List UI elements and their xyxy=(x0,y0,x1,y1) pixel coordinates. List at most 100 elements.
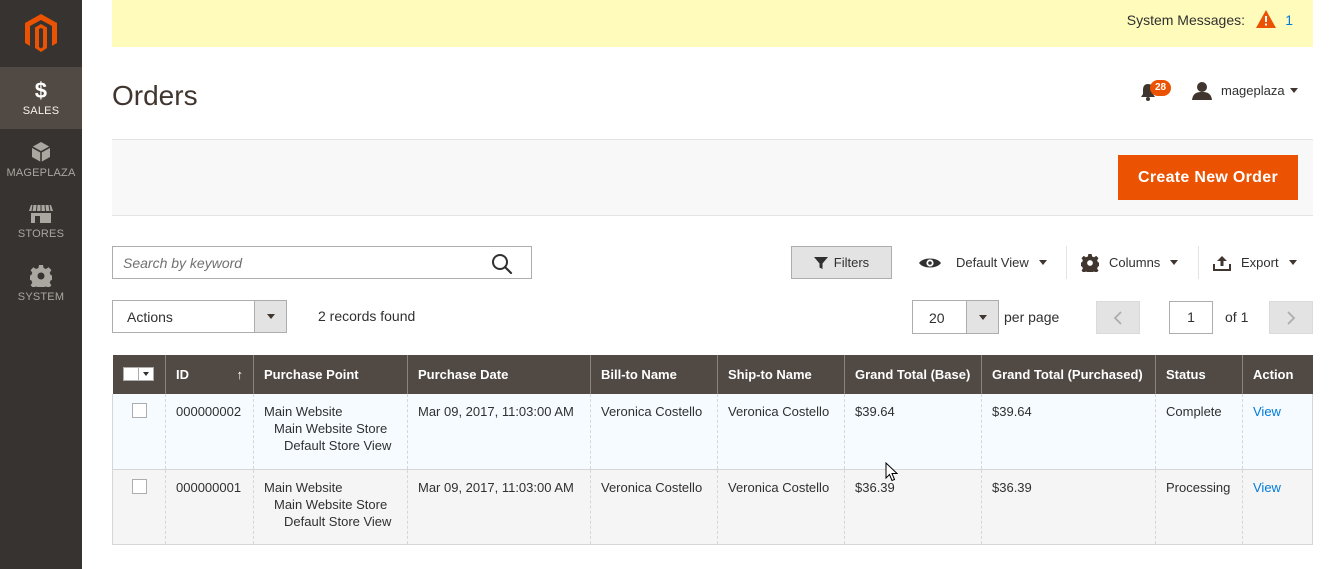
search-box xyxy=(112,246,532,279)
column-header-grand-total-purchased[interactable]: Grand Total (Purchased) xyxy=(981,355,1156,394)
chevron-left-icon xyxy=(1113,310,1122,325)
grand-total-base: $36.39 xyxy=(844,469,982,545)
row-select-cell xyxy=(112,469,166,545)
export-dropdown[interactable]: Export xyxy=(1213,246,1297,279)
mass-select-header xyxy=(112,355,166,394)
previous-page-button[interactable] xyxy=(1096,301,1140,334)
row-checkbox[interactable] xyxy=(132,403,147,418)
row-select-cell xyxy=(112,394,166,470)
toolbar-divider xyxy=(1198,246,1199,279)
order-id: 000000002 xyxy=(165,394,254,470)
order-status: Processing xyxy=(1155,469,1243,545)
default-view-dropdown[interactable]: Default View xyxy=(918,246,1047,279)
system-messages-bar: System Messages: 1 xyxy=(112,0,1313,47)
records-found: 2 records found xyxy=(318,308,416,324)
system-messages-count[interactable]: 1 xyxy=(1285,12,1293,28)
sort-ascending-icon: ↑ xyxy=(236,367,244,382)
user-icon[interactable] xyxy=(1192,81,1212,101)
chevron-down-icon[interactable] xyxy=(1290,88,1298,93)
filter-icon xyxy=(813,256,828,269)
chevron-down-icon xyxy=(1038,260,1047,265)
purchase-point: Main Website Main Website Store Default … xyxy=(253,469,408,545)
purchase-point-store-view: Default Store View xyxy=(284,513,392,529)
cube-icon xyxy=(31,142,51,162)
magento-logo[interactable] xyxy=(0,0,82,66)
per-page-select[interactable]: 20 xyxy=(912,300,999,334)
notification-count-badge[interactable]: 28 xyxy=(1150,80,1172,96)
mass-select-checkbox[interactable] xyxy=(123,367,139,380)
action-cell: View xyxy=(1242,469,1313,545)
filters-label: Filters xyxy=(833,255,870,270)
view-order-link[interactable]: View xyxy=(1253,404,1281,419)
per-page-label: per page xyxy=(1004,309,1060,325)
purchase-date: Mar 09, 2017, 11:03:00 AM xyxy=(407,469,591,545)
purchase-point: Main Website Main Website Store Default … xyxy=(253,394,408,470)
chevron-down-icon xyxy=(978,314,987,320)
nav-mageplaza[interactable]: MAGEPLAZA xyxy=(0,129,82,191)
store-icon xyxy=(29,204,53,223)
column-header-ship-to-name[interactable]: Ship-to Name xyxy=(717,355,845,394)
view-order-link[interactable]: View xyxy=(1253,480,1281,495)
purchase-point-store: Main Website Store xyxy=(274,421,388,436)
column-header-purchase-point[interactable]: Purchase Point xyxy=(253,355,408,394)
nav-stores[interactable]: STORES xyxy=(0,191,82,253)
per-page-toggle[interactable] xyxy=(966,301,998,333)
magento-logo-icon xyxy=(25,14,57,52)
gear-icon xyxy=(30,265,52,287)
chevron-right-icon xyxy=(1287,310,1296,325)
nav-sales-label: SALES xyxy=(22,104,60,117)
bill-to-name: Veronica Costello xyxy=(590,394,718,470)
page-actions-bar: Create New Order xyxy=(112,139,1313,216)
search-input[interactable] xyxy=(123,254,483,272)
search-icon[interactable] xyxy=(491,253,513,275)
nav-system[interactable]: SYSTEM xyxy=(0,253,82,315)
purchase-point-website: Main Website xyxy=(264,404,343,419)
warning-icon[interactable] xyxy=(1255,9,1277,34)
per-page-value: 20 xyxy=(929,310,945,326)
system-messages-label: System Messages: xyxy=(1126,12,1245,28)
columns-dropdown[interactable]: Columns xyxy=(1081,246,1179,279)
column-header-status[interactable]: Status xyxy=(1155,355,1243,394)
page-total: of 1 xyxy=(1225,309,1249,325)
gear-icon xyxy=(1081,253,1099,272)
nav-stores-label: STORES xyxy=(17,228,65,240)
create-new-order-button[interactable]: Create New Order xyxy=(1118,155,1298,200)
orders-grid: ID ↑ Purchase Point Purchase Date Bill-to… xyxy=(112,355,1313,545)
mouse-cursor-icon xyxy=(885,462,899,482)
export-label: Export xyxy=(1241,255,1279,270)
row-checkbox[interactable] xyxy=(132,478,147,494)
chevron-down-icon[interactable] xyxy=(139,368,153,380)
order-id: 000000001 xyxy=(165,469,254,545)
chevron-down-icon xyxy=(1288,260,1297,265)
column-header-purchase-date[interactable]: Purchase Date xyxy=(407,355,591,394)
mass-actions-toggle[interactable] xyxy=(254,301,286,332)
nav-mageplaza-label: MAGEPLAZA xyxy=(6,167,76,179)
grand-total-purchased: $39.64 xyxy=(981,394,1156,470)
table-row[interactable]: 000000002 Main Website Main Website Stor… xyxy=(112,394,1313,470)
mass-select-dropdown[interactable] xyxy=(122,366,154,381)
column-header-bill-to-name[interactable]: Bill-to Name xyxy=(590,355,718,394)
column-header-id[interactable]: ID ↑ xyxy=(165,355,254,394)
nav-sales[interactable]: $ SALES xyxy=(0,67,82,129)
grid-header-row: ID ↑ Purchase Point Purchase Date Bill-to… xyxy=(112,355,1313,394)
ship-to-name: Veronica Costello xyxy=(717,394,845,470)
page-number-input[interactable]: 1 xyxy=(1169,301,1213,334)
column-header-label: ID xyxy=(176,367,189,382)
purchase-point-website: Main Website xyxy=(264,479,343,495)
columns-label: Columns xyxy=(1109,255,1161,270)
grand-total-base: $39.64 xyxy=(844,394,982,470)
mass-actions-select[interactable]: Actions xyxy=(112,300,287,333)
next-page-button[interactable] xyxy=(1269,301,1313,334)
filters-button[interactable]: Filters xyxy=(791,246,892,279)
chevron-down-icon xyxy=(266,314,275,319)
purchase-date: Mar 09, 2017, 11:03:00 AM xyxy=(407,394,591,470)
purchase-point-store-view: Default Store View xyxy=(284,438,392,453)
column-header-grand-total-base[interactable]: Grand Total (Base) xyxy=(844,355,982,394)
column-header-action: Action xyxy=(1242,355,1313,394)
table-row[interactable]: 000000001 Main Website Main Website Stor… xyxy=(112,469,1313,545)
ship-to-name: Veronica Costello xyxy=(717,469,845,545)
default-view-label: Default View xyxy=(956,255,1029,270)
eye-icon xyxy=(919,258,941,267)
chevron-down-icon xyxy=(1170,260,1179,265)
username-label[interactable]: mageplaza xyxy=(1221,83,1285,98)
